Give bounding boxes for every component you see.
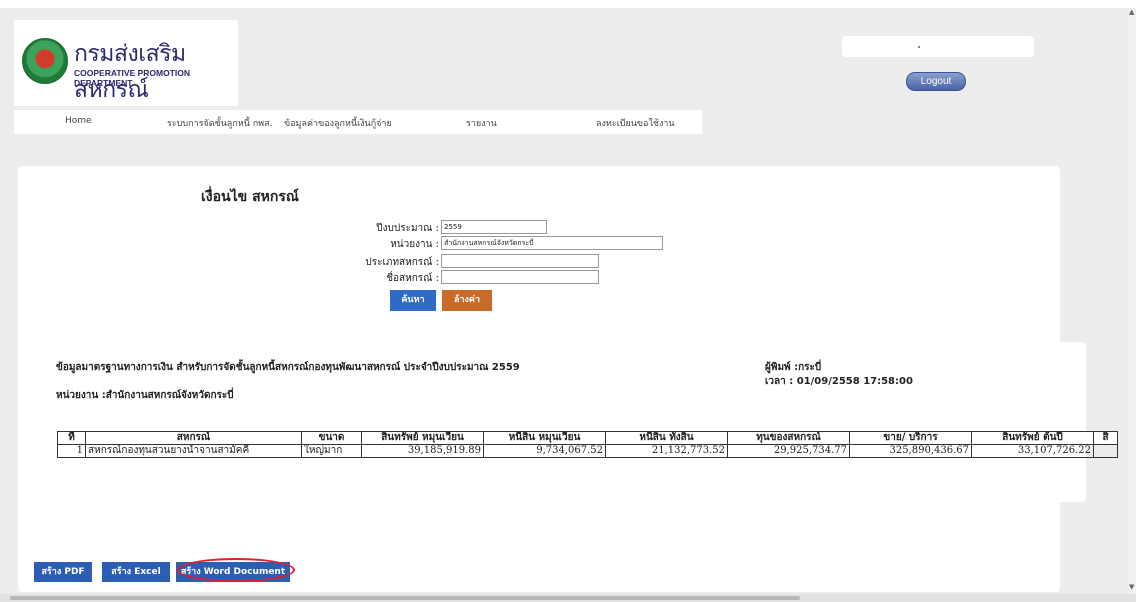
column-header: ทุนของสหกรณ์ [727,431,850,445]
report-agency: หน่วยงาน :สำนักงานสหกรณ์จังหวัดกระบี่ [56,390,234,401]
fiscal-year-input[interactable]: 2559 [441,220,547,234]
brand-name-english: COOPERATIVE PROMOTION DEPARTMENT [74,68,191,88]
nav-loan-data[interactable]: ข้อมูลค่าของลูกหนี้เงินกู้จ่าย [284,116,392,130]
horizontal-scrollbar-thumb[interactable] [10,596,800,600]
column-header: สิ [1093,431,1118,445]
table-header-row: ที่ สหกรณ์ ขนาด สินทรัพย์ หมุนเวียน หนี้… [57,431,1118,445]
coop-name-label: ชื่อสหกรณ์ : [386,273,439,284]
user-info-box [842,36,1034,57]
page-title: เงื่อนไข สหกรณ์ [201,189,299,205]
cell-index: 1 [57,444,86,458]
top-strip [0,0,1136,8]
report-title: ข้อมูลมาตรฐานทางการเงิน สำหรับการจัดชั้น… [56,362,520,373]
cell-total-liabilities: 21,132,773.52 [605,444,728,458]
column-header: สินทรัพย์ ต้นปี [971,431,1094,445]
cell-truncated [1093,444,1118,458]
report-timestamp: เวลา : 01/09/2558 17:58:00 [765,376,913,387]
coop-type-label: ประเภทสหกรณ์ : [365,257,439,268]
export-pdf-button[interactable]: สร้าง PDF [34,562,92,582]
clear-button[interactable]: ล้างค่า [442,290,492,311]
cell-opening-assets: 33,107,726.22 [971,444,1094,458]
column-header: ขนาด [301,431,362,445]
nav-debtor-classification[interactable]: ระบบการจัดชั้นลูกหนี้ กพส. [167,116,272,130]
search-button[interactable]: ค้นหา [390,290,436,311]
cell-size: ใหญ่มาก [301,444,362,458]
column-header: หนี้สิน หมุนเวียน [483,431,606,445]
cell-sales: 325,890,436.67 [849,444,972,458]
column-header: หนี้สิน ทั้งสิ้น [605,431,728,445]
cell-cooperative: สหกรณ์กองทุนสวนยางน้ำจานสามัคคี [85,444,302,458]
coop-name-input[interactable] [441,270,599,284]
nav-register[interactable]: ลงทะเบียนขอใช้งาน [596,116,675,130]
scroll-down-arrow-icon[interactable]: ▼ [1129,583,1134,591]
financial-data-table: ที่ สหกรณ์ ขนาด สินทรัพย์ หมุนเวียน หนี้… [57,431,1118,458]
cell-current-assets: 39,185,919.89 [361,444,484,458]
column-header: ที่ [57,431,86,445]
table-row: 1 สหกรณ์กองทุนสวนยางน้ำจานสามัคคี ใหญ่มา… [57,444,1118,458]
cooperative-emblem-icon [22,38,68,84]
content-card-extension [1056,342,1086,502]
nav-home[interactable]: Home [65,116,92,126]
scroll-up-arrow-icon[interactable]: ▲ [1129,8,1134,16]
column-header: สหกรณ์ [85,431,302,445]
brand-logo[interactable]: กรมส่งเสริมสหกรณ์ COOPERATIVE PROMOTION … [14,20,238,106]
export-excel-button[interactable]: สร้าง Excel [102,562,170,582]
main-navigation: Home ระบบการจัดชั้นลูกหนี้ กพส. ข้อมูลค่… [14,110,702,134]
coop-type-input[interactable] [441,254,599,268]
agency-input[interactable]: สำนักงานสหกรณ์จังหวัดกระบี่ [441,236,663,250]
logout-button[interactable]: Logout [906,72,966,91]
fiscal-year-label: ปีงบประมาณ : [376,223,439,234]
cell-equity: 29,925,734.77 [727,444,850,458]
user-info-text [918,46,920,48]
column-header: สินทรัพย์ หมุนเวียน [361,431,484,445]
highlight-circle [177,558,295,582]
cell-current-liabilities: 9,734,067.52 [483,444,606,458]
agency-label: หน่วยงาน : [390,239,439,250]
nav-reports[interactable]: รายงาน [466,116,497,130]
report-printer: ผู้พิมพ์ :กระบี่ [765,362,822,373]
column-header: ขาย/ บริการ [849,431,972,445]
vertical-scrollbar[interactable] [1129,8,1136,594]
